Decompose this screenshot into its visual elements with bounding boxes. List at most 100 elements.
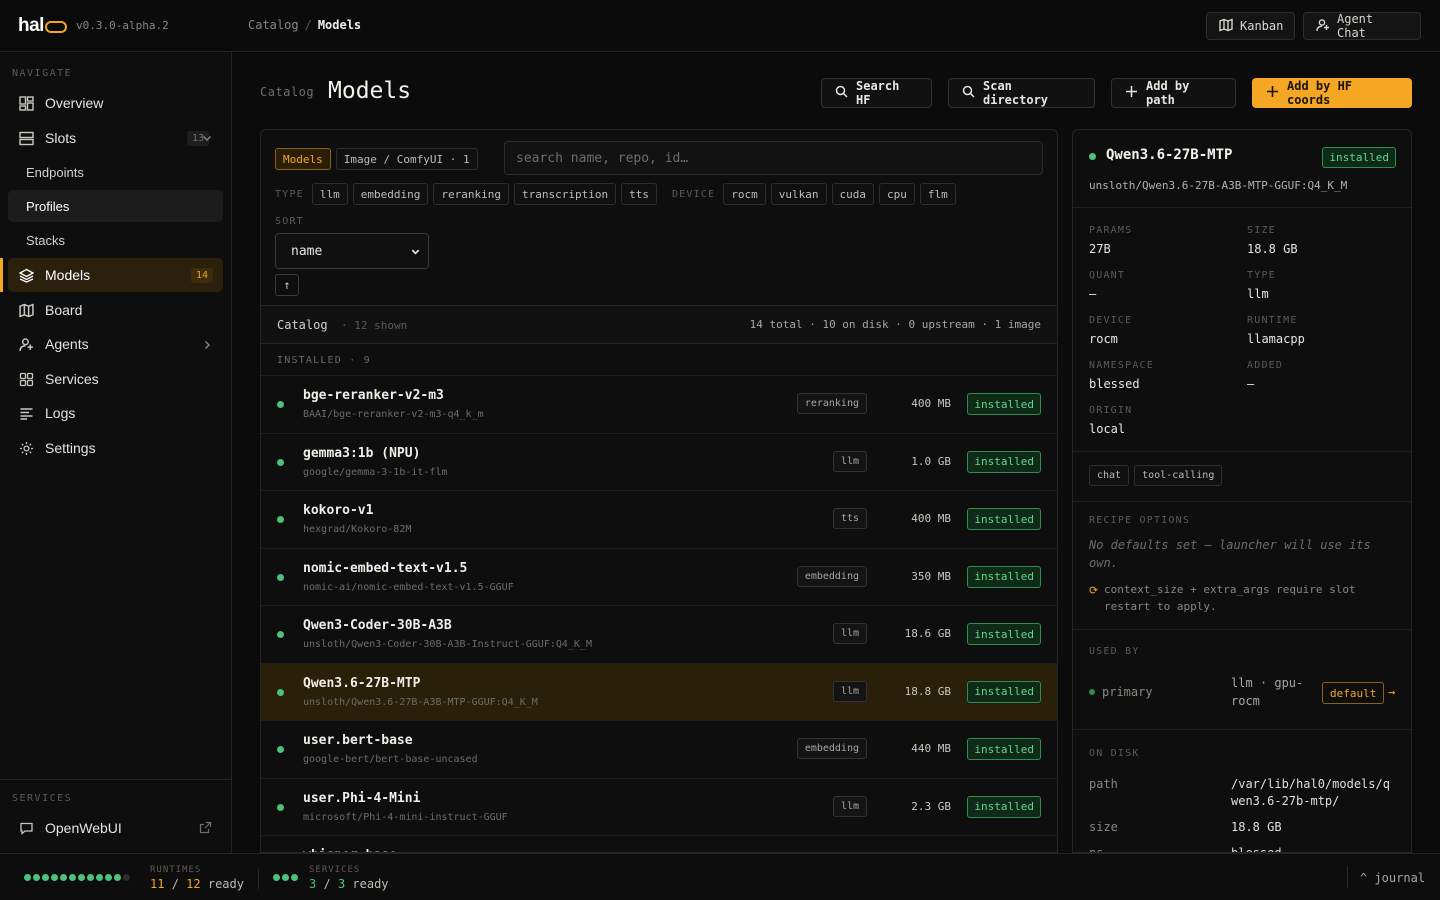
- device-chip-cpu[interactable]: cpu: [879, 183, 915, 205]
- open-slot-arrow-icon[interactable]: →: [1388, 685, 1395, 699]
- services-total-count: 3: [337, 877, 346, 891]
- model-name: user.bert-base: [303, 733, 413, 748]
- model-row[interactable]: bge-reranker-v2-m3 BAAI/bge-reranker-v2-m…: [261, 375, 1057, 432]
- sidebar-item-slots[interactable]: Slots 13: [8, 121, 223, 155]
- model-size: 400 MB: [911, 397, 951, 410]
- models-count-badge: 14: [190, 267, 213, 283]
- tab-image-comfyui[interactable]: Image / ComfyUI · 1: [335, 148, 478, 170]
- runtime-status-dot: [105, 874, 112, 881]
- services-section-label: SERVICES: [12, 793, 73, 804]
- sidebar-item-endpoints[interactable]: Endpoints: [8, 156, 223, 188]
- runtime-status-dot: [87, 874, 94, 881]
- type-chip-transcription[interactable]: transcription: [513, 183, 617, 205]
- runtimes-sep: /: [171, 877, 179, 891]
- installed-badge: installed: [967, 508, 1041, 530]
- sidebar-item-logs[interactable]: Logs: [8, 396, 223, 430]
- device-value: rocm: [1089, 332, 1118, 346]
- installed-badge: installed: [967, 738, 1041, 760]
- runtimes-label: RUNTIMES: [150, 865, 202, 875]
- model-name: Qwen3.6-27B-MTP: [303, 675, 421, 691]
- services-label: SERVICES: [309, 865, 361, 875]
- device-chip-rocm[interactable]: rocm: [723, 183, 766, 205]
- model-type-tag: llm: [832, 623, 867, 644]
- status-bar: RUNTIMES 11 / 12 ready SERVICES 3 / 3 re…: [0, 853, 1440, 900]
- top-bar: hal v0.3.0-alpha.2 Catalog / Models Kanban…: [0, 0, 1440, 52]
- model-row[interactable]: gemma3:1b (NPU) google/gemma-3-1b-it-flm l…: [261, 432, 1057, 490]
- breadcrumb-catalog[interactable]: Catalog: [248, 18, 299, 32]
- scan-directory-button[interactable]: Scan directory: [948, 78, 1095, 108]
- add-by-path-button[interactable]: Add by path: [1111, 78, 1236, 108]
- agent-chat-button[interactable]: Agent Chat: [1303, 12, 1421, 40]
- default-badge: default: [1322, 682, 1385, 704]
- sidebar-item-settings[interactable]: Settings: [8, 431, 223, 465]
- runtime-label: RUNTIME: [1247, 315, 1298, 326]
- app-logo[interactable]: hal: [18, 15, 67, 37]
- model-type-tag: llm: [832, 450, 867, 472]
- type-chip-reranking[interactable]: reranking: [433, 183, 509, 205]
- tab-models[interactable]: Models: [275, 148, 331, 170]
- sidebar-item-label: Models: [45, 267, 91, 283]
- sidebar-item-profiles[interactable]: Profiles: [8, 190, 223, 222]
- kanban-button[interactable]: Kanban: [1206, 12, 1295, 40]
- model-row[interactable]: user.bert-base google-bert/bert-base-unca…: [261, 720, 1057, 777]
- model-size: 400 MB: [911, 512, 951, 525]
- model-type-tag: embedding: [796, 565, 867, 587]
- model-row[interactable]: Qwen3.6-27B-MTP unsloth/Qwen3.6-27B-A3B-M…: [261, 662, 1057, 720]
- detail-status-badge: installed: [1322, 147, 1396, 168]
- logo-mark-icon: [44, 21, 67, 33]
- search-input[interactable]: search name, repo, id…: [504, 141, 1043, 175]
- sidebar-item-overview[interactable]: Overview: [8, 86, 223, 120]
- sidebar-item-agents[interactable]: Agents: [8, 327, 223, 361]
- installed-badge: installed: [967, 795, 1041, 818]
- sidebar-item-label: Board: [45, 302, 83, 318]
- grid-icon: [18, 371, 34, 387]
- quant-label: QUANT: [1089, 270, 1126, 281]
- model-row[interactable]: kokoro-v1 hexgrad/Kokoro-82M tts 400 MB inst…: [261, 490, 1057, 547]
- server-icon: [18, 130, 34, 146]
- catalog-shown: · 12 shown: [341, 319, 408, 332]
- sidebar-item-services[interactable]: Services: [8, 362, 223, 396]
- map-icon: [18, 302, 34, 318]
- model-repo: google/gemma-3-1b-it-flm: [303, 466, 448, 478]
- runtime-status-dot: [51, 874, 58, 881]
- model-row[interactable]: nomic-embed-text-v1.5 nomic-ai/nomic-embe…: [261, 547, 1057, 605]
- chevron-down-icon[interactable]: [201, 131, 213, 147]
- tag-chat: chat: [1089, 465, 1130, 486]
- installed-badge: installed: [967, 623, 1041, 645]
- runtime-status-dot: [60, 874, 67, 881]
- model-name: gemma3:1b (NPU): [303, 445, 421, 461]
- type-chip-tts[interactable]: tts: [621, 183, 657, 205]
- sidebar-item-openwebui[interactable]: OpenWebUI: [8, 811, 223, 845]
- model-repo: BAAI/bge-reranker-v2-m3-q4_k_m: [303, 409, 484, 420]
- sidebar-item-label: Slots: [45, 130, 77, 146]
- status-dot: [277, 688, 284, 696]
- device-chip-flm[interactable]: flm: [919, 183, 956, 205]
- used-by-slot[interactable]: primary: [1102, 685, 1153, 699]
- runtime-status-dot: [69, 874, 76, 881]
- sidebar-item-stacks[interactable]: Stacks: [8, 224, 223, 256]
- filter-row: TYPE llm embedding reranking transcripti…: [275, 183, 956, 205]
- device-chip-vulkan[interactable]: vulkan: [770, 183, 827, 205]
- model-size: 18.8 GB: [904, 684, 951, 698]
- dashboard-icon: [18, 95, 34, 111]
- sort-direction-button[interactable]: ↑: [275, 274, 299, 296]
- sort-select[interactable]: name: [275, 233, 429, 269]
- sidebar-divider: [0, 779, 231, 780]
- recipe-note: No defaults set — launcher will use its …: [1089, 538, 1371, 570]
- chevron-right-icon[interactable]: [201, 338, 213, 354]
- device-chip-cuda[interactable]: cuda: [831, 183, 875, 205]
- sidebar-item-label: Settings: [45, 440, 96, 456]
- model-row[interactable]: Qwen3-Coder-30B-A3B unsloth/Qwen3-Coder-3…: [261, 605, 1057, 662]
- type-chip-embedding[interactable]: embedding: [352, 183, 429, 205]
- type-chip-llm[interactable]: llm: [311, 183, 348, 205]
- journal-toggle[interactable]: ^ journal: [1360, 871, 1425, 885]
- model-row[interactable]: user.Phi-4-Mini microsoft/Phi-4-mini-inst…: [261, 777, 1057, 835]
- model-row[interactable]: whisper-base: [261, 835, 1057, 852]
- size-value: 18.8 GB: [1247, 242, 1298, 256]
- sidebar-item-models[interactable]: Models 14: [8, 258, 223, 292]
- disk-path-value: /var/lib/hal0/models/qwen3.6-27b-mtp/: [1231, 777, 1390, 808]
- services-sep: /: [323, 877, 331, 891]
- sidebar-item-board[interactable]: Board: [8, 293, 223, 327]
- add-by-hf-coords-button[interactable]: Add by HF coords: [1252, 78, 1412, 108]
- search-hf-button[interactable]: Search HF: [821, 78, 932, 108]
